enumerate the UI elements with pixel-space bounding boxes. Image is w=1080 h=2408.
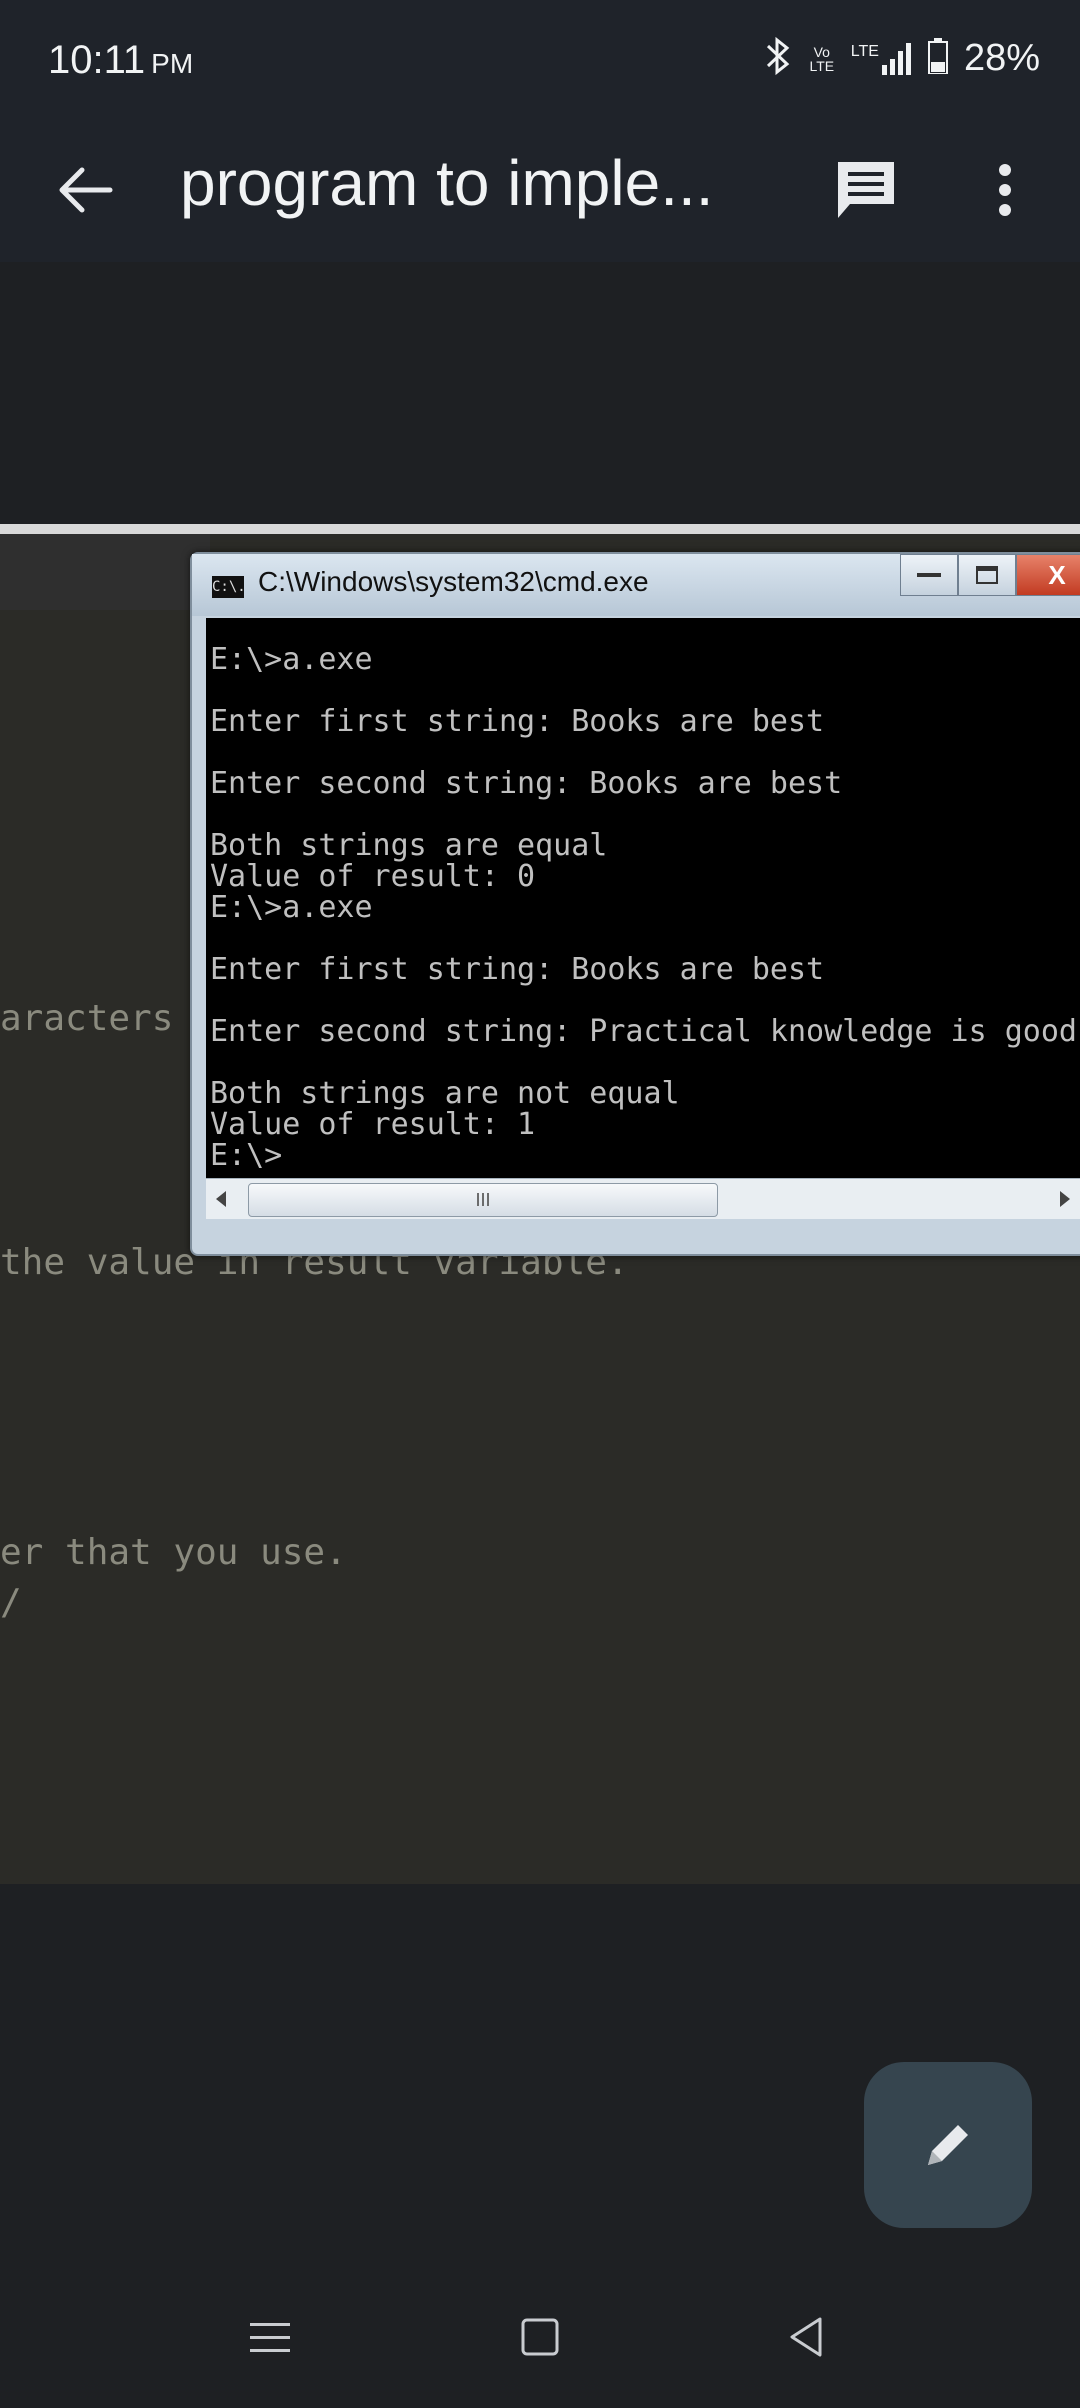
cmd-output: E:\>a.exe Enter first string: Books are …: [210, 644, 1077, 1171]
cmd-line: Both strings are equal: [210, 828, 608, 863]
scroll-right-icon: [1060, 1191, 1070, 1207]
cmd-line: [210, 675, 1077, 706]
doc-header-strip: [0, 534, 210, 610]
cmd-line: Value of result: 1: [210, 1107, 536, 1142]
close-icon: X: [1048, 559, 1066, 590]
volte-icon: Vo LTE: [809, 43, 835, 74]
code-fragment-3: er that you use.: [0, 1532, 347, 1573]
cmd-line: [210, 985, 1077, 1016]
cmd-line: Enter second string: Practical knowledge…: [210, 1014, 1077, 1049]
edit-button[interactable]: [864, 2062, 1032, 2228]
arrow-left-icon: [59, 167, 113, 213]
maximize-button: [958, 554, 1016, 596]
cmd-line: Enter second string: Books are best: [210, 766, 843, 801]
lte-signal-icon: LTE: [850, 42, 912, 75]
cmd-window: C:\. C:\Windows\system32\cmd.exe X E:\>a…: [190, 552, 1080, 1256]
cmd-console: E:\>a.exe Enter first string: Books are …: [206, 618, 1080, 1178]
code-fragment-1: aracters: [0, 998, 174, 1039]
window-controls: X: [900, 554, 1080, 596]
cmd-line: E:\>: [210, 1138, 283, 1173]
menu-icon: [250, 2323, 290, 2352]
status-time-value: 10:11: [48, 38, 146, 82]
cmd-line: [210, 1047, 1077, 1078]
home-button[interactable]: [500, 2302, 580, 2372]
back-nav-button[interactable]: [766, 2302, 846, 2372]
close-button: X: [1016, 554, 1080, 596]
status-icons: Vo LTE LTE 28%: [763, 36, 1040, 81]
page-title: program to imple...: [180, 147, 714, 219]
cmd-line: E:\>a.exe: [210, 642, 373, 677]
minimize-button: [900, 554, 958, 596]
cmd-title: C:\Windows\system32\cmd.exe: [258, 566, 649, 597]
status-time: 10:11 PM: [48, 38, 193, 83]
scroll-thumb: III: [248, 1183, 718, 1217]
scroll-thumb-grip: III: [475, 1189, 491, 1210]
battery-percent: 28%: [963, 37, 1040, 79]
more-vert-icon: [999, 164, 1011, 216]
cmd-icon: C:\.: [212, 576, 246, 598]
cmd-line: E:\>a.exe: [210, 890, 373, 925]
status-time-ampm: PM: [151, 48, 194, 79]
bluetooth-icon: [763, 36, 793, 81]
cmd-line: [210, 799, 1077, 830]
cmd-line: Enter first string: Books are best: [210, 952, 825, 987]
doc-top-border: [0, 524, 1080, 534]
navigation-bar: [0, 2262, 1080, 2408]
more-options-button[interactable]: [970, 148, 1040, 232]
battery-icon: [927, 38, 948, 79]
lte-label: LTE: [850, 42, 879, 60]
minimize-icon: [917, 573, 941, 577]
triangle-back-icon: [790, 2317, 822, 2357]
app-bar: program to imple...: [0, 120, 1080, 262]
pencil-icon: [928, 2125, 968, 2165]
scroll-left-icon: [216, 1191, 226, 1207]
comment-icon: [838, 162, 894, 218]
comment-button[interactable]: [824, 148, 908, 232]
cmd-line: Both strings are not equal: [210, 1076, 680, 1111]
status-bar: 10:11 PM Vo LTE LTE 28%: [0, 0, 1080, 120]
code-fragment-4: /: [0, 1582, 22, 1623]
maximize-icon: [976, 566, 998, 584]
cmd-line: Value of result: 0: [210, 859, 536, 894]
horizontal-scrollbar: III: [206, 1178, 1080, 1219]
cmd-titlebar: C:\. C:\Windows\system32\cmd.exe X: [192, 554, 1080, 616]
cmd-line: [210, 737, 1077, 768]
cmd-line: [210, 923, 1077, 954]
square-icon: [521, 2318, 559, 2356]
cmd-line: Enter first string: Books are best: [210, 704, 825, 739]
recent-apps-button[interactable]: [230, 2302, 310, 2372]
document-image[interactable]: aracters the value in result variable. e…: [0, 524, 1080, 1884]
back-button[interactable]: [46, 150, 126, 230]
